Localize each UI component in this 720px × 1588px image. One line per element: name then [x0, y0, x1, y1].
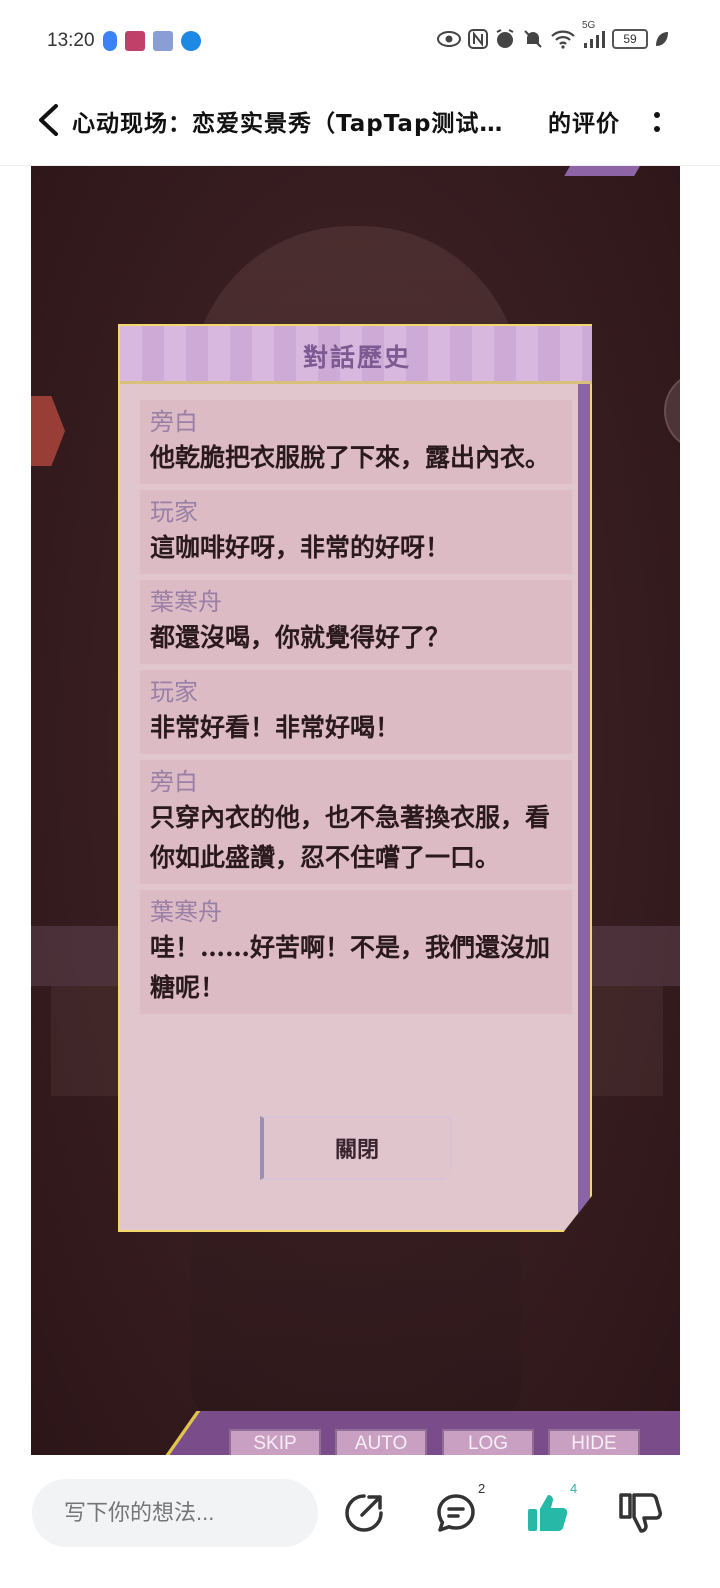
- page-title-suffix: 的评价: [548, 111, 620, 137]
- game-control-bar: SKIP AUTO LOG HIDE: [31, 1411, 680, 1455]
- auto-button: AUTO: [335, 1429, 427, 1455]
- dialog-history-panel: 對話歷史 旁白 他乾脆把衣服脫了下來，露出內衣。 玩家 這咖啡好呀，非常的好呀！…: [118, 324, 592, 1232]
- dialog-entry-list: 旁白 他乾脆把衣服脫了下來，露出內衣。 玩家 這咖啡好呀，非常的好呀！ 葉寒舟 …: [140, 400, 572, 1020]
- game-screenshot: SKIP AUTO LOG HIDE 對話歷史 旁白 他乾脆把衣服脫了下來，露出…: [31, 166, 680, 1455]
- comment-bubble-icon: [437, 1494, 475, 1532]
- entry-speaker: 旁白: [150, 408, 198, 436]
- page-header: 心动现场：恋爱实景秀（TapTap测试… 的评价: [0, 84, 720, 166]
- entry-speaker: 玩家: [150, 498, 198, 526]
- cellular-signal-icon: 5G: [582, 20, 606, 50]
- more-options-button[interactable]: [640, 102, 674, 142]
- like-count: 4: [570, 1481, 578, 1496]
- back-button[interactable]: [28, 100, 68, 140]
- battery-icon: 59: [612, 29, 648, 49]
- mute-icon: [522, 28, 544, 50]
- eye-icon: [436, 28, 462, 50]
- dialog-entry: 旁白 他乾脆把衣服脫了下來，露出內衣。: [140, 400, 572, 484]
- game-menu-button: [664, 371, 680, 451]
- dialog-entry: 葉寒舟 都還沒喝，你就覺得好了？: [140, 580, 572, 664]
- thumbs-up-icon: [528, 1495, 568, 1531]
- share-button[interactable]: [340, 1489, 388, 1537]
- leaf-icon: [654, 28, 670, 50]
- comment-count: 2: [478, 1481, 486, 1496]
- entry-text: 都還沒喝，你就覺得好了？: [150, 623, 451, 652]
- like-button[interactable]: [524, 1489, 572, 1537]
- game-corner-badge: [564, 166, 646, 176]
- dialog-header: 對話歷史: [120, 326, 592, 384]
- nfc-icon: [468, 28, 488, 50]
- dialog-title: 對話歷史: [302, 343, 411, 372]
- entry-speaker: 葉寒舟: [150, 588, 222, 616]
- status-bar: 13:20 5G 59: [0, 0, 720, 84]
- thumbs-down-icon: [619, 1493, 662, 1533]
- page-title: 心动现场：恋爱实景秀（TapTap测试…: [72, 111, 504, 137]
- dislike-button[interactable]: [616, 1489, 664, 1537]
- game-side-marker: [31, 396, 65, 466]
- entry-text: 這咖啡好呀，非常的好呀！: [150, 533, 451, 562]
- notification-icons: [103, 31, 201, 51]
- dialog-close-button: 關閉: [260, 1116, 452, 1180]
- entry-text: 他乾脆把衣服脫了下來，露出內衣。: [150, 443, 551, 472]
- wifi-icon: [550, 28, 576, 50]
- app-notification-icon: [103, 31, 117, 51]
- dialog-entry: 旁白 只穿內衣的他，也不急著換衣服，看你如此盛讚，忍不住嚐了一口。: [140, 760, 572, 884]
- entry-speaker: 葉寒舟: [150, 898, 222, 926]
- comment-button[interactable]: [432, 1489, 480, 1537]
- hide-button: HIDE: [548, 1429, 640, 1455]
- entry-text: 哇！……好苦啊！不是，我們還沒加糖呢！: [150, 933, 551, 1002]
- alarm-icon: [494, 28, 516, 50]
- log-button: LOG: [442, 1429, 534, 1455]
- dialog-entry: 玩家 這咖啡好呀，非常的好呀！: [140, 490, 572, 574]
- skip-button: SKIP: [229, 1429, 321, 1455]
- entry-speaker: 玩家: [150, 678, 198, 706]
- app-notification-icon: [181, 31, 201, 51]
- entry-text: 只穿內衣的他，也不急著換衣服，看你如此盛讚，忍不住嚐了一口。: [150, 803, 551, 872]
- comment-input[interactable]: [32, 1479, 318, 1547]
- status-time: 13:20: [47, 30, 95, 51]
- network-type-label: 5G: [582, 20, 596, 31]
- share-icon: [345, 1494, 383, 1532]
- chevron-left-icon: [39, 104, 58, 136]
- status-indicators: 5G 59: [436, 20, 670, 50]
- app-notification-icon: [125, 31, 145, 51]
- entry-speaker: 旁白: [150, 768, 198, 796]
- dialog-entry: 葉寒舟 哇！……好苦啊！不是，我們還沒加糖呢！: [140, 890, 572, 1014]
- bottom-action-bar: 2 4: [0, 1455, 720, 1588]
- entry-text: 非常好看！非常好喝！: [150, 713, 401, 742]
- app-notification-icon: [153, 31, 173, 51]
- dialog-entry: 玩家 非常好看！非常好喝！: [140, 670, 572, 754]
